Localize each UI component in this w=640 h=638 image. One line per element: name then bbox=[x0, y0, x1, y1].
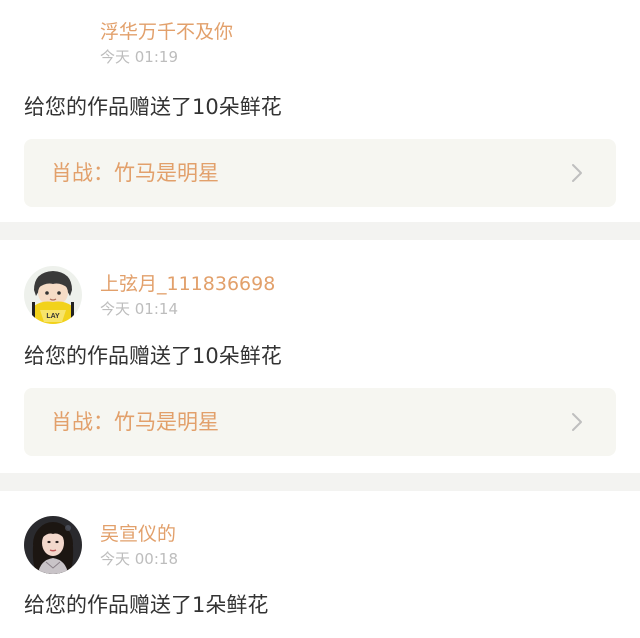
lay-badge-text: LAY bbox=[46, 313, 60, 320]
gift-message: 给您的作品赠送了10朵鲜花 bbox=[24, 95, 282, 119]
girl-photo-avatar-icon bbox=[24, 516, 82, 574]
username[interactable]: 浮华万千不及你 bbox=[100, 20, 233, 44]
timestamp: 今天 00:18 bbox=[100, 550, 178, 568]
gift-message: 给您的作品赠送了1朵鲜花 bbox=[24, 593, 269, 617]
notification-card: LAY 上弦月_111836698 今天 01:14 给您的作品赠送了10朵鲜花… bbox=[0, 240, 640, 473]
username[interactable]: 吴宣仪的 bbox=[100, 522, 176, 546]
divider bbox=[0, 222, 640, 240]
chevron-right-icon bbox=[572, 413, 582, 431]
username[interactable]: 上弦月_111836698 bbox=[100, 272, 275, 296]
avatar[interactable] bbox=[24, 516, 82, 574]
work-title: 肖战：竹马是明星 bbox=[51, 410, 219, 434]
gift-notification-feed: 浮华万千不及你 今天 01:19 给您的作品赠送了10朵鲜花 肖战：竹马是明星 bbox=[0, 0, 640, 638]
gift-message: 给您的作品赠送了10朵鲜花 bbox=[24, 344, 282, 368]
notification-card: 浮华万千不及你 今天 01:19 给您的作品赠送了10朵鲜花 肖战：竹马是明星 bbox=[0, 0, 640, 222]
notification-card: 吴宣仪的 今天 00:18 给您的作品赠送了1朵鲜花 bbox=[0, 491, 640, 638]
timestamp: 今天 01:14 bbox=[100, 300, 178, 318]
avatar[interactable]: LAY bbox=[24, 266, 82, 324]
work-link[interactable]: 肖战：竹马是明星 bbox=[24, 139, 616, 207]
divider bbox=[0, 473, 640, 491]
work-link[interactable]: 肖战：竹马是明星 bbox=[24, 388, 616, 456]
work-title: 肖战：竹马是明星 bbox=[51, 161, 219, 185]
cartoon-boy-avatar-icon: LAY bbox=[24, 266, 82, 324]
timestamp: 今天 01:19 bbox=[100, 48, 178, 66]
chevron-right-icon bbox=[572, 164, 582, 182]
